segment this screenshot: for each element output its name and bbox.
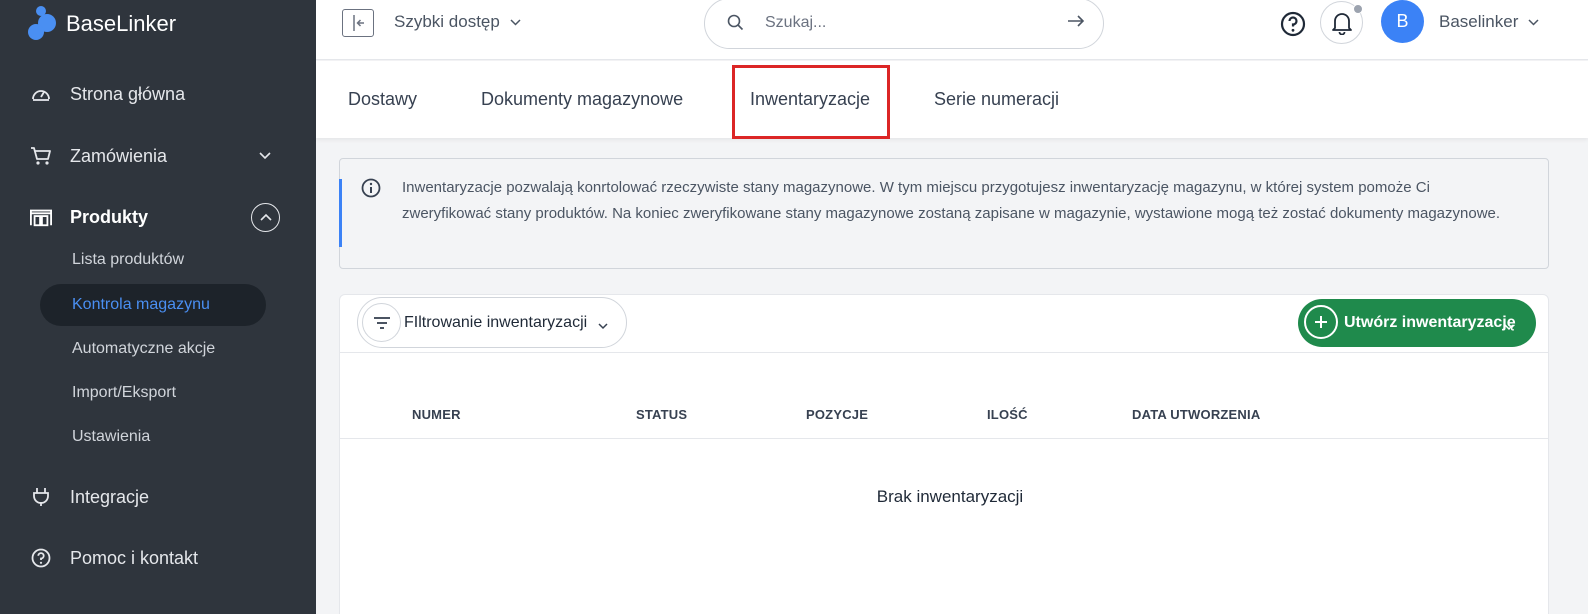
info-text: Inwentaryzacje pozwalają konrtolować rze… (402, 179, 1501, 222)
sidebar-subitem-product-list[interactable]: Lista produktów (40, 239, 266, 281)
create-inventory-label: Utwórz inwentaryzację (1344, 314, 1516, 331)
info-accent-bar (339, 179, 342, 247)
plus-icon (1304, 305, 1338, 339)
plug-icon (30, 486, 52, 508)
sidebar-item-label: Produkty (70, 206, 149, 227)
chevron-down-icon (598, 317, 608, 335)
column-header-positions[interactable]: POZYCJE (806, 407, 868, 422)
sidebar-item-home[interactable]: Strona główna (0, 74, 316, 114)
collapse-sidebar-icon[interactable] (342, 9, 374, 37)
sidebar-subitem-label: Automatyczne akcje (72, 340, 216, 357)
baselinker-logo-icon (26, 4, 60, 44)
sidebar-item-label: Pomoc i kontakt (70, 547, 199, 568)
sidebar: BaseLinker Strona główna Zamówienia Prod… (0, 0, 316, 614)
chevron-up-icon[interactable] (251, 202, 280, 232)
inventory-card: FIltrowanie inwentaryzacji Utwórz inwent… (339, 294, 1549, 614)
cart-icon (30, 145, 52, 167)
active-tab-highlight (732, 65, 890, 139)
warehouse-icon (30, 206, 52, 228)
sidebar-item-label: Zamówienia (70, 145, 168, 166)
filter-label: FIltrowanie inwentaryzacji (404, 314, 588, 331)
sidebar-subitem-settings[interactable]: Ustawienia (40, 416, 266, 458)
search-bar (704, 0, 1104, 49)
user-name: Baselinker (1439, 12, 1519, 31)
info-icon (361, 178, 381, 203)
column-header-number[interactable]: NUMER (412, 407, 461, 422)
sidebar-item-products[interactable]: Produkty (0, 197, 316, 237)
arrow-right-icon[interactable] (1067, 14, 1085, 33)
filter-inventories-button[interactable]: FIltrowanie inwentaryzacji (357, 297, 627, 348)
help-icon (30, 547, 52, 569)
logo-text: BaseLinker (66, 11, 177, 36)
sidebar-subitem-warehouse-control[interactable]: Kontrola magazynu (40, 284, 266, 326)
chevron-down-icon[interactable] (256, 147, 274, 165)
filter-icon (362, 303, 401, 342)
search-icon (727, 14, 744, 36)
avatar[interactable]: B (1381, 0, 1424, 43)
sidebar-item-label: Strona główna (70, 83, 186, 104)
chevron-down-icon (1528, 18, 1539, 26)
sidebar-item-integrations[interactable]: Integracje (0, 477, 316, 517)
logo[interactable]: BaseLinker (26, 4, 176, 44)
empty-state: Brak inwentaryzacji (340, 487, 1548, 507)
tab-numbering-series[interactable]: Serie numeracji (934, 89, 1059, 110)
help-icon[interactable] (1280, 11, 1306, 42)
avatar-letter: B (1396, 11, 1409, 31)
card-header: FIltrowanie inwentaryzacji Utwórz inwent… (340, 295, 1548, 353)
quick-access-label: Szybki dostęp (394, 12, 500, 31)
tab-warehouse-documents[interactable]: Dokumenty magazynowe (481, 89, 683, 110)
create-inventory-button[interactable]: Utwórz inwentaryzację (1298, 299, 1536, 347)
sidebar-item-orders[interactable]: Zamówienia (0, 136, 316, 176)
sidebar-item-label: Integracje (70, 486, 150, 507)
sidebar-item-help[interactable]: Pomoc i kontakt (0, 538, 316, 578)
column-header-created-date[interactable]: DATA UTWORZENIA (1132, 407, 1260, 422)
search-input[interactable] (765, 11, 1055, 35)
sidebar-subitem-label: Ustawienia (72, 428, 151, 445)
chevron-down-icon (510, 18, 521, 26)
tab-deliveries[interactable]: Dostawy (348, 89, 417, 110)
chevron-down-icon (1504, 318, 1514, 336)
column-header-quantity[interactable]: ILOŚĆ (987, 407, 1028, 422)
sidebar-subitem-label: Kontrola magazynu (72, 296, 210, 313)
top-bar: Szybki dostęp B Baselinker (316, 0, 1588, 60)
quick-access-dropdown[interactable]: Szybki dostęp (394, 12, 521, 32)
sidebar-subitem-label: Lista produktów (72, 251, 185, 268)
info-box: Inwentaryzacje pozwalają konrtolować rze… (339, 158, 1549, 269)
sidebar-subitem-label: Import/Eksport (72, 384, 177, 401)
sidebar-subitem-automatic-actions[interactable]: Automatyczne akcje (40, 328, 266, 370)
tab-bar: Dostawy Dokumenty magazynowe Inwentaryza… (316, 61, 1588, 139)
empty-state-text: Brak inwentaryzacji (876, 487, 1024, 506)
notification-dot (1353, 4, 1363, 14)
user-menu-dropdown[interactable]: Baselinker (1439, 12, 1539, 32)
sidebar-subitem-import-export[interactable]: Import/Eksport (40, 372, 266, 414)
dashboard-icon (30, 83, 52, 105)
column-header-status[interactable]: STATUS (636, 407, 687, 422)
table-header: NUMER STATUS POZYCJE ILOŚĆ DATA UTWORZEN… (340, 353, 1548, 439)
